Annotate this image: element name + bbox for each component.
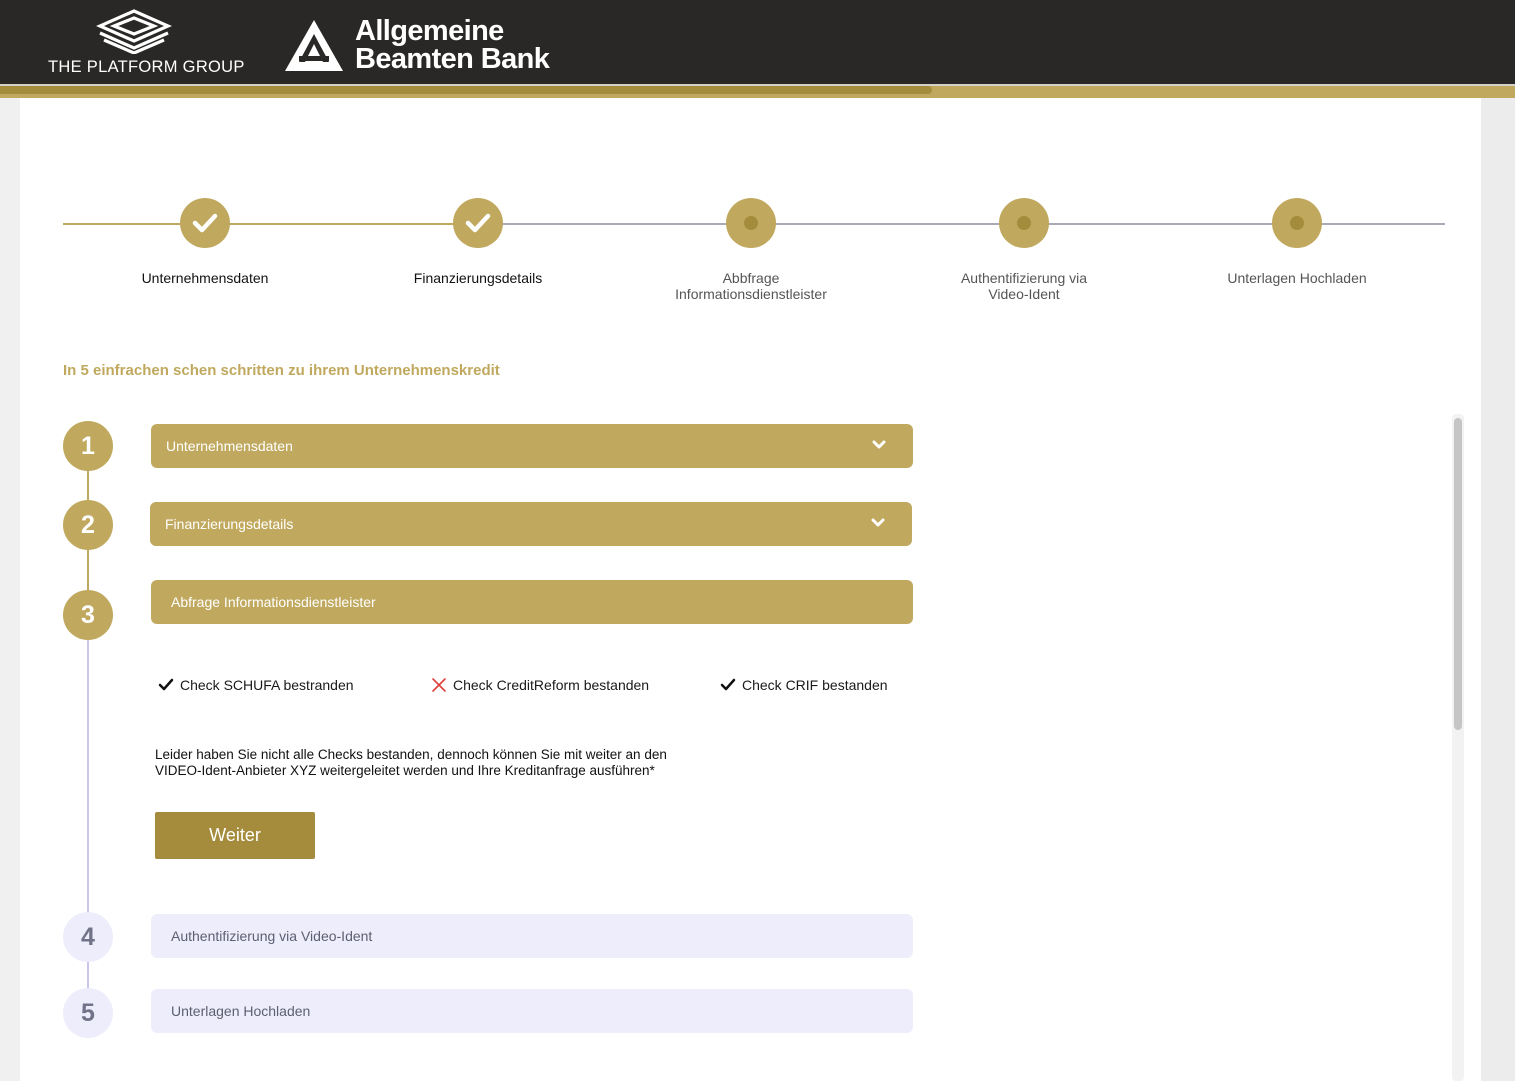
intro-heading: In 5 einfrachen schen schritten zu ihrem… <box>63 362 500 379</box>
checks-message: Leider haben Sie nicht alle Checks besta… <box>155 747 715 779</box>
check-crif: Check CRIF bestanden <box>720 677 888 693</box>
stepper-step-2[interactable] <box>453 198 503 248</box>
bank-logo-line2: Beamten Bank <box>355 43 550 75</box>
checkmark-icon <box>465 213 491 233</box>
section-number-4: 4 <box>63 912 113 962</box>
page-gutter <box>1481 98 1515 1081</box>
accordion-title: Unterlagen Hochladen <box>171 1003 311 1019</box>
accordion-title: Finanzierungsdetails <box>165 516 294 532</box>
platform-group-logo[interactable]: THE PLATFORM GROUP <box>40 6 244 80</box>
step-dot-icon <box>1017 216 1031 230</box>
stepper-label-5: Unterlagen Hochladen <box>1227 270 1367 286</box>
check-label: Check CreditReform bestanden <box>453 677 650 693</box>
timeline-line <box>87 640 89 914</box>
section-number-3: 3 <box>63 590 113 640</box>
timeline-line <box>87 961 89 989</box>
accordion-abfrage-informationsdienstleister[interactable]: Abfrage Informationsdienstleister <box>151 580 913 624</box>
message-line-2: VIDEO-Ident-Anbieter XYZ weitergeleitet … <box>155 763 655 778</box>
check-creditreform: Check CreditReform bestanden <box>431 677 649 693</box>
accordion-unternehmensdaten[interactable]: Unternehmensdaten <box>151 424 913 468</box>
chevron-down-icon <box>871 518 885 527</box>
step-dot-icon <box>1290 216 1304 230</box>
stepper-label-3: Abbfrage Informationsdienstleister <box>675 270 827 302</box>
section-number-5: 5 <box>63 988 113 1038</box>
progress-bar <box>0 86 1515 98</box>
stepper-step-5[interactable] <box>1272 198 1322 248</box>
check-label: Check CRIF bestanden <box>742 677 888 693</box>
stepper-step-3[interactable] <box>726 198 776 248</box>
cross-icon <box>432 678 446 692</box>
accordion-unterlagen[interactable]: Unterlagen Hochladen <box>151 989 913 1033</box>
section-number-1: 1 <box>63 421 113 471</box>
accordion-finanzierungsdetails[interactable]: Finanzierungsdetails <box>150 502 912 546</box>
message-line-1: Leider haben Sie nicht alle Checks besta… <box>155 747 667 762</box>
stepper-label-1: Unternehmensdaten <box>141 270 269 286</box>
stepper-label-2: Finanzierungsdetails <box>413 270 543 286</box>
checkmark-icon <box>192 213 218 233</box>
continue-button[interactable]: Weiter <box>155 812 315 859</box>
check-schufa: Check SCHUFA bestranden <box>158 677 354 693</box>
checkmark-icon <box>158 678 174 691</box>
checkmark-icon <box>720 678 736 691</box>
stepper-label-4: Authentifizierung via Video-Ident <box>960 270 1088 302</box>
bank-logo-icon <box>285 20 343 71</box>
accordion-authentifizierung[interactable]: Authentifizierung via Video-Ident <box>151 914 913 958</box>
progress-bar-fill <box>0 86 932 94</box>
accordion-title: Abfrage Informationsdienstleister <box>171 594 376 610</box>
section-number-2: 2 <box>63 500 113 550</box>
timeline-line <box>87 470 89 504</box>
accordion-title: Authentifizierung via Video-Ident <box>171 928 373 944</box>
chevron-down-icon <box>872 440 886 449</box>
stepper-line-complete <box>63 223 478 225</box>
stepper-step-4[interactable] <box>999 198 1049 248</box>
top-header: THE PLATFORM GROUP Allgemeine Beamten Ba… <box>0 0 1515 84</box>
accordion-title: Unternehmensdaten <box>166 438 293 454</box>
bank-logo-line1: Allgemeine <box>355 15 504 47</box>
step-dot-icon <box>744 216 758 230</box>
stepper-step-1[interactable] <box>180 198 230 248</box>
scrollbar-thumb[interactable] <box>1454 418 1462 730</box>
check-label: Check SCHUFA bestranden <box>180 677 354 693</box>
timeline-line <box>87 549 89 591</box>
bank-logo[interactable]: Allgemeine Beamten Bank <box>285 14 555 76</box>
platform-logo-text: THE PLATFORM GROUP <box>48 58 245 76</box>
platform-logo-icon <box>96 9 172 54</box>
